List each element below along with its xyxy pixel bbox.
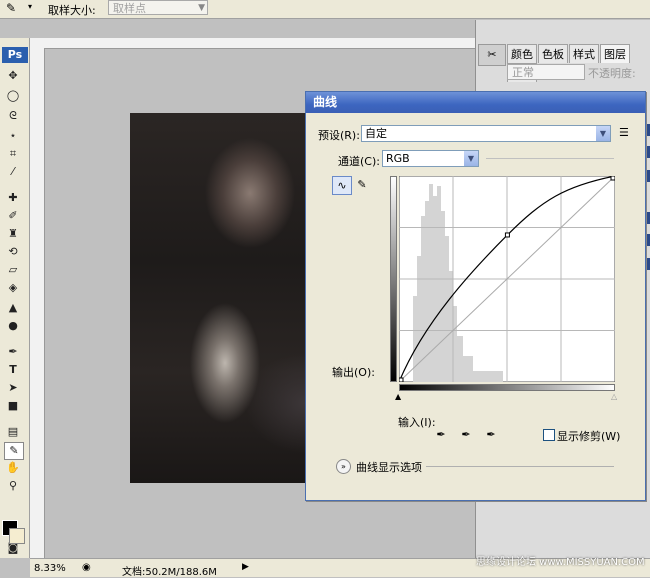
healing-brush-tool-icon[interactable]: ✚ — [4, 190, 22, 206]
chevron-down-icon: ▼ — [464, 151, 478, 166]
preset-value: 自定 — [365, 127, 387, 140]
dock-button[interactable] — [646, 212, 650, 224]
chevron-right-icon[interactable]: ▶ — [242, 562, 249, 572]
curve-display-options-label[interactable]: 曲线显示选项 — [356, 459, 422, 475]
divider — [486, 158, 614, 159]
black-eyedropper-icon[interactable]: ✒ — [434, 428, 448, 442]
status-menu-icon[interactable]: ◉ — [82, 562, 91, 573]
notes-tool-icon[interactable]: ▤ — [4, 424, 22, 440]
eyedropper-tool-icon[interactable]: ✎ — [4, 442, 24, 460]
dodge-tool-icon[interactable]: ● — [4, 318, 22, 334]
dialog-title[interactable]: 曲线 — [306, 92, 645, 113]
background-color-swatch[interactable] — [9, 528, 25, 544]
brush-tool-icon[interactable]: ✐ — [4, 208, 22, 224]
panel-tabs: 颜色色板样式图层通道 — [507, 44, 650, 82]
blend-mode-select[interactable]: 正常 — [507, 64, 585, 80]
options-bar: ✎ ▾ 取样大小: 取样点 ▼ — [0, 0, 650, 19]
dock-button[interactable] — [646, 258, 650, 270]
pen-tool-icon[interactable]: ✒ — [4, 344, 22, 360]
move-tool-icon[interactable]: ✥ — [4, 68, 22, 84]
input-gradient — [399, 384, 615, 391]
tools-preset-icon[interactable]: ✂ — [478, 44, 506, 66]
divider — [426, 466, 614, 467]
chevron-down-icon[interactable]: » — [336, 459, 351, 474]
clone-stamp-tool-icon[interactable]: ♜ — [4, 226, 22, 242]
curve-point[interactable] — [399, 377, 404, 382]
magic-wand-tool-icon[interactable]: ⋆ — [4, 128, 22, 144]
white-point-slider[interactable]: △ — [611, 392, 617, 401]
paint-bucket-tool-icon[interactable]: ◈ — [4, 280, 22, 296]
output-label: 输出(O): — [332, 366, 375, 379]
crop-tool-icon[interactable]: ⌗ — [4, 146, 22, 162]
channel-label: 通道(C): — [338, 155, 380, 168]
input-label: 输入(I): — [398, 416, 436, 429]
slice-tool-icon[interactable]: ⁄ — [4, 164, 22, 180]
preset-label: 预设(R): — [318, 129, 360, 142]
preset-options-icon[interactable]: ☰ — [619, 126, 629, 139]
dock-button[interactable] — [646, 124, 650, 136]
zoom-tool-icon[interactable]: ⚲ — [4, 478, 22, 494]
pencil-icon[interactable]: ✎ — [354, 176, 370, 193]
blur-tool-icon[interactable]: ▲ — [4, 300, 22, 316]
sample-size-label: 取样大小: — [48, 4, 96, 17]
black-point-slider[interactable]: ▲ — [395, 392, 401, 401]
tab-swatches[interactable]: 色板 — [538, 44, 568, 63]
zoom-level[interactable]: 8.33% — [34, 563, 66, 574]
history-brush-tool-icon[interactable]: ⟲ — [4, 244, 22, 260]
shape-tool-icon[interactable]: ■ — [4, 398, 22, 414]
curve-point[interactable] — [610, 176, 615, 181]
dock-button[interactable] — [646, 234, 650, 246]
show-clipping-label: 显示修剪(W) — [557, 430, 621, 443]
marquee-tool-icon[interactable]: ◯ — [4, 88, 22, 104]
watermark: 思缘设计论坛 www.MISSYUAN.COM — [476, 557, 645, 568]
eraser-tool-icon[interactable]: ▱ — [4, 262, 22, 278]
tool-preset-arrow-icon[interactable]: ▾ — [28, 2, 32, 11]
curve-edit-icon[interactable]: ∿ — [332, 176, 352, 195]
dock-button[interactable] — [646, 170, 650, 182]
sample-size-value: 取样点 — [113, 2, 146, 15]
tab-styles[interactable]: 样式 — [569, 44, 599, 63]
dock-button[interactable] — [646, 146, 650, 158]
curves-dialog: 曲线 预设(R): 自定 ▼ ☰ 通道(C): RGB ▼ ∿ ✎ ▲ △ 输出… — [305, 91, 646, 501]
white-eyedropper-icon[interactable]: ✒ — [484, 428, 498, 442]
path-selection-tool-icon[interactable]: ➤ — [4, 380, 22, 396]
sample-size-select[interactable]: 取样点 ▼ — [108, 0, 208, 15]
preset-select[interactable]: 自定 ▼ — [361, 125, 611, 142]
type-tool-icon[interactable]: T — [4, 362, 22, 378]
output-gradient — [390, 176, 397, 382]
chevron-down-icon: ▼ — [596, 126, 610, 141]
tab-layers[interactable]: 图层 — [600, 44, 630, 63]
hand-tool-icon[interactable]: ✋ — [4, 460, 22, 476]
ps-logo: Ps — [2, 47, 28, 63]
vertical-ruler — [30, 38, 45, 558]
tab-color[interactable]: 颜色 — [507, 44, 537, 63]
chevron-down-icon: ▼ — [198, 3, 205, 13]
document-image[interactable] — [130, 113, 330, 483]
eyedropper-icon[interactable]: ✎ — [6, 1, 16, 15]
gray-eyedropper-icon[interactable]: ✒ — [459, 428, 473, 442]
horizontal-ruler — [44, 38, 484, 49]
curves-graph[interactable] — [399, 176, 615, 382]
show-clipping-checkbox[interactable] — [543, 429, 555, 441]
curve-point[interactable] — [504, 232, 510, 238]
channel-value: RGB — [386, 152, 410, 165]
toolbox: ✥ ◯ ᘓ ⋆ ⌗ ⁄ ✚ ✐ ♜ ⟲ ▱ ◈ ▲ ● ✒ T ➤ ■ ▤ ✎ … — [0, 38, 30, 558]
opacity-label: 不透明度: — [588, 67, 636, 80]
lasso-tool-icon[interactable]: ᘓ — [4, 108, 22, 124]
channel-select[interactable]: RGB ▼ — [382, 150, 479, 167]
